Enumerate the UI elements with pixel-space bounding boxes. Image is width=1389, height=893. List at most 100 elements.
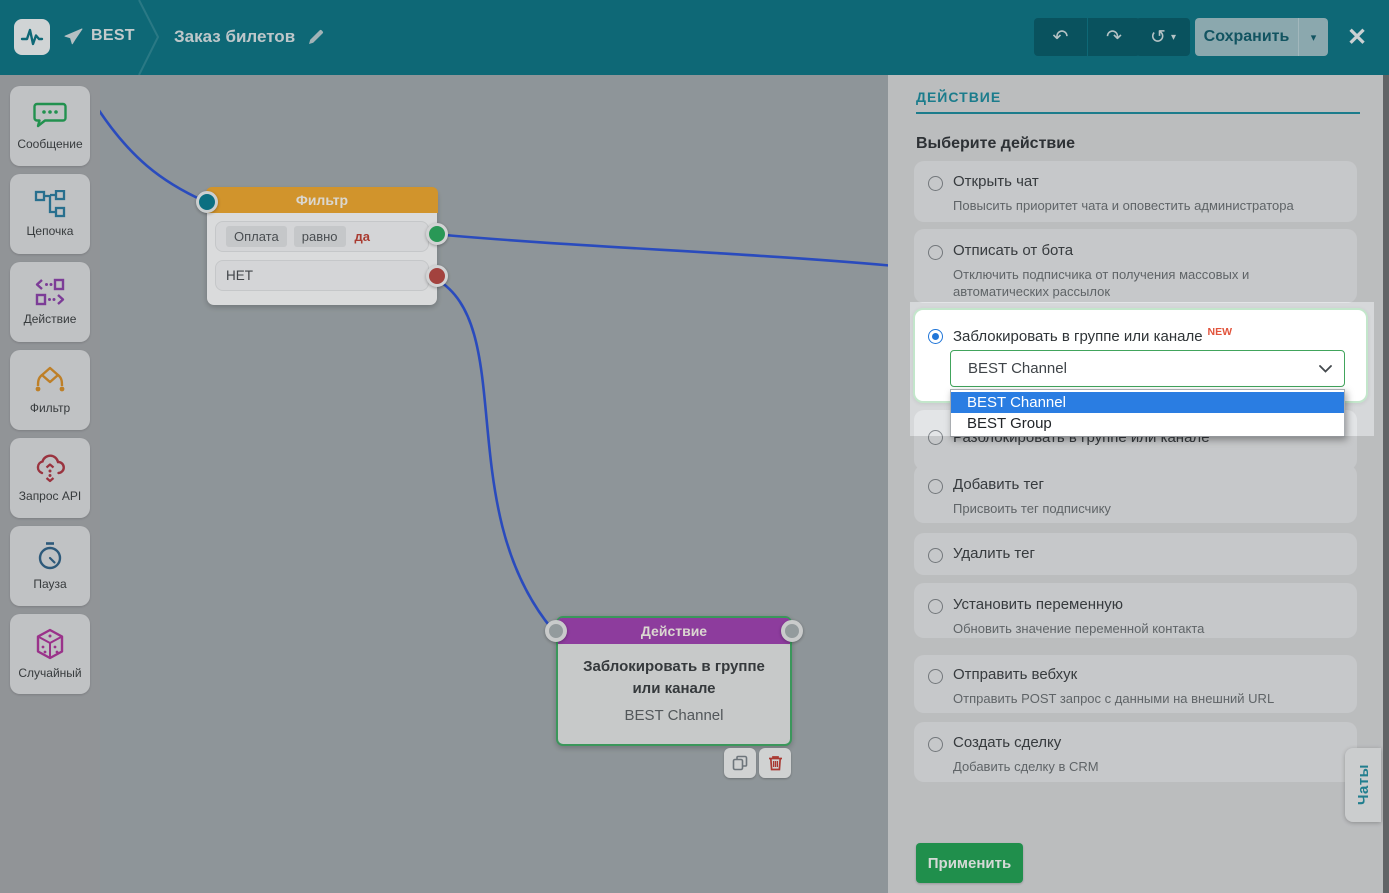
action-settings-panel: ДЕЙСТВИЕ Выберите действие Открыть чат П… [888, 75, 1389, 893]
app-logo[interactable] [14, 19, 50, 55]
option-add-tag[interactable]: Добавить тег Присвоить тег подписчику [914, 465, 1357, 523]
delete-node-button[interactable] [759, 748, 791, 778]
radio-unselected[interactable] [928, 737, 943, 752]
close-icon: ✕ [1347, 23, 1367, 52]
radio-unselected[interactable] [928, 245, 943, 260]
option-open-chat[interactable]: Открыть чат Повысить приоритет чата и оп… [914, 161, 1357, 222]
action-node[interactable]: Действие Заблокировать в группе или кана… [556, 616, 792, 746]
palette-item-label: Запрос API [19, 489, 81, 503]
save-button-group: Сохранить ▾ [1195, 18, 1328, 56]
filter-input-port[interactable] [196, 191, 218, 213]
message-bubble-icon [33, 101, 67, 131]
palette-item-random[interactable]: Случайный [10, 614, 90, 694]
chain-tree-icon [34, 190, 66, 218]
palette-item-chain[interactable]: Цепочка [10, 174, 90, 254]
apply-button[interactable]: Применить [916, 843, 1023, 883]
copy-node-button[interactable] [724, 748, 756, 778]
radio-unselected[interactable] [928, 430, 943, 445]
heading-underline [916, 112, 1360, 114]
chevron-down-icon [1319, 365, 1332, 373]
save-dropdown-button[interactable]: ▾ [1298, 18, 1328, 56]
radio-selected[interactable] [928, 329, 943, 344]
chats-tab-label: Чаты [1355, 764, 1372, 805]
option-subtitle: Повысить приоритет чата и оповестить адм… [914, 191, 1357, 215]
palette-item-label: Пауза [33, 577, 66, 591]
radio-unselected[interactable] [928, 548, 943, 563]
palette-item-pause[interactable]: Пауза [10, 526, 90, 606]
palette-item-label: Случайный [18, 666, 81, 680]
option-unsubscribe[interactable]: Отписать от бота Отключить подписчика от… [914, 229, 1357, 303]
option-remove-tag[interactable]: Удалить тег [914, 533, 1357, 575]
filter-branch-icon [33, 365, 67, 395]
palette-item-label: Цепочка [27, 224, 74, 238]
pulse-logo-icon [19, 24, 45, 50]
undo-button[interactable]: ↶ [1034, 18, 1087, 56]
flow-title: Заказ билетов [174, 27, 295, 47]
filter-condition-row[interactable]: Оплата равно да [215, 221, 429, 252]
radio-unselected[interactable] [928, 479, 943, 494]
radio-unselected[interactable] [928, 176, 943, 191]
channel-select-value: BEST Channel [968, 360, 1319, 377]
filter-else-label: НЕТ [226, 268, 253, 283]
panel-scrollbar[interactable] [1383, 75, 1389, 893]
redo-button[interactable]: ↷ [1088, 18, 1140, 56]
dropdown-option-best-group[interactable]: BEST Group [951, 413, 1344, 434]
breadcrumb-separator [136, 0, 166, 75]
option-title: Удалить тег [953, 546, 1035, 563]
action-left-port[interactable] [545, 620, 567, 642]
palette-item-action[interactable]: Действие [10, 262, 90, 342]
palette-item-label: Действие [24, 312, 77, 326]
chats-tab[interactable]: Чаты [1345, 748, 1381, 822]
flow-builder-app: Фильтр Оплата равно да НЕТ Действие Забл… [0, 0, 1389, 893]
new-badge: NEW [1208, 326, 1233, 338]
top-bar: BEST Заказ билетов ↶ ↷ ↺ ▾ Сохранить ▾ ✕ [0, 0, 1389, 75]
palette-item-label: Сообщение [17, 137, 82, 151]
history-button[interactable]: ↺ ▾ [1136, 18, 1190, 56]
panel-subheading: Выберите действие [916, 135, 1075, 153]
flow-canvas[interactable]: Фильтр Оплата равно да НЕТ Действие Забл… [100, 75, 888, 893]
save-button[interactable]: Сохранить [1195, 28, 1298, 46]
close-editor-button[interactable]: ✕ [1342, 22, 1372, 52]
option-title: Установить переменную [953, 597, 1123, 614]
filter-yes-port[interactable] [426, 223, 448, 245]
option-title: Создать сделку [953, 735, 1061, 752]
filter-node[interactable]: Фильтр Оплата равно да НЕТ [207, 188, 437, 305]
filter-node-header: Фильтр [206, 187, 438, 213]
radio-unselected[interactable] [928, 669, 943, 684]
breadcrumb-workspace[interactable]: BEST [64, 27, 135, 45]
action-right-port[interactable] [781, 620, 803, 642]
trash-icon [768, 755, 783, 771]
channel-select[interactable]: BEST Channel [950, 350, 1345, 387]
palette-item-label: Фильтр [30, 401, 70, 415]
palette-item-filter[interactable]: Фильтр [10, 350, 90, 430]
save-caret-icon: ▾ [1311, 31, 1317, 44]
stopwatch-icon [35, 541, 65, 571]
edit-pencil-icon[interactable] [307, 28, 325, 46]
workspace-name: BEST [91, 27, 135, 45]
dropdown-option-best-channel[interactable]: BEST Channel [951, 392, 1344, 413]
option-title: Отписать от бота [953, 243, 1073, 260]
panel-heading: ДЕЙСТВИЕ [916, 89, 1001, 105]
undo-icon: ↶ [1053, 26, 1069, 49]
action-node-header: Действие [558, 618, 790, 644]
condition-operator-chip: равно [294, 226, 346, 247]
dice-icon [34, 628, 66, 660]
option-set-variable[interactable]: Установить переменную Обновить значение … [914, 583, 1357, 638]
option-subtitle: Отправить POST запрос с данными на внешн… [914, 684, 1357, 708]
option-title: Отправить вебхук [953, 667, 1077, 684]
action-node-title: Действие [641, 623, 707, 639]
radio-unselected[interactable] [928, 599, 943, 614]
redo-icon: ↷ [1106, 26, 1122, 49]
history-icon: ↺ [1150, 26, 1166, 49]
condition-value: да [353, 226, 372, 247]
option-create-deal[interactable]: Создать сделку Добавить сделку в CRM [914, 722, 1357, 782]
palette-item-api[interactable]: Запрос API [10, 438, 90, 518]
option-title: Заблокировать в группе или канале [953, 328, 1203, 345]
option-title: Добавить тег [953, 477, 1044, 494]
palette-item-message[interactable]: Сообщение [10, 86, 90, 166]
filter-no-port[interactable] [426, 265, 448, 287]
filter-else-row[interactable]: НЕТ [215, 260, 429, 291]
option-send-webhook[interactable]: Отправить вебхук Отправить POST запрос с… [914, 655, 1357, 713]
option-title: Открыть чат [953, 174, 1039, 191]
option-subtitle: Обновить значение переменной контакта [914, 614, 1357, 638]
